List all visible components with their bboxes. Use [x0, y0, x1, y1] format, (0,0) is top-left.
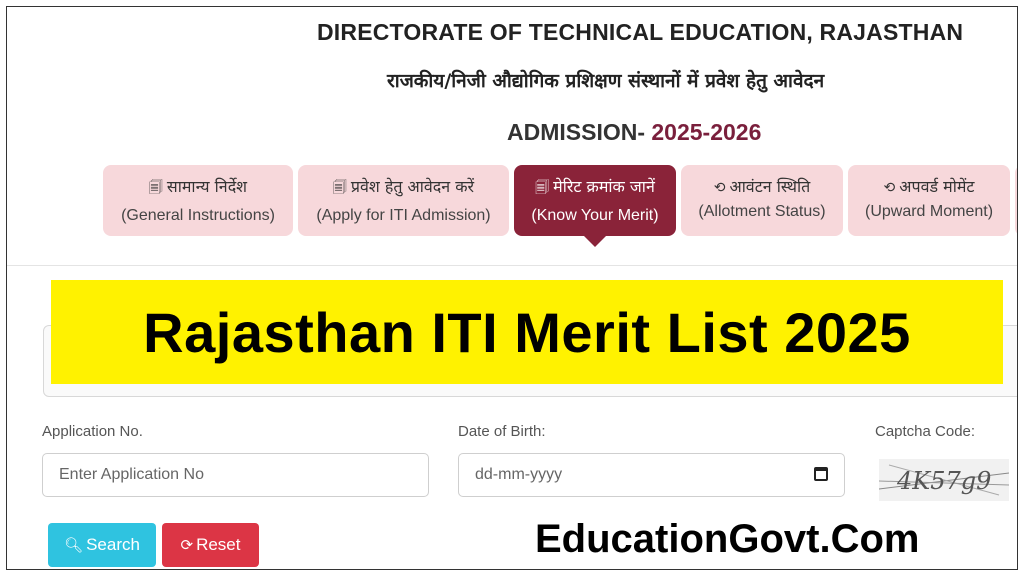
- admission-heading: ADMISSION- 2025-2026: [507, 119, 761, 146]
- tab-apply-admission[interactable]: 🗐 प्रवेश हेतु आवेदन करें (Apply for ITI A…: [298, 165, 509, 236]
- dob-input[interactable]: dd-mm-yyyy: [458, 453, 845, 497]
- tab-hindi-label: अपवर्ड मोमेंट: [899, 177, 975, 196]
- captcha-image: 4K57g9: [879, 459, 1009, 501]
- captcha-noise: 4K57g9: [879, 464, 1009, 496]
- tab-general-instructions[interactable]: 🗐 सामान्य निर्देश (General Instructions): [103, 165, 293, 236]
- application-label: Application No.: [42, 423, 143, 440]
- search-icon: 🔍︎: [64, 537, 84, 554]
- admission-year: 2025-2026: [651, 119, 762, 145]
- tab-english-label: (Allotment Status): [698, 203, 826, 220]
- tab-more[interactable]: [1015, 165, 1017, 236]
- calendar-icon[interactable]: [814, 467, 828, 481]
- admission-label: ADMISSION-: [507, 119, 645, 145]
- tab-english-label: (Upward Moment): [864, 203, 994, 220]
- sync-icon: ⟲: [883, 180, 896, 196]
- tab-english-label: (Apply for ITI Admission): [316, 207, 491, 224]
- title-banner: Rajasthan ITI Merit List 2025: [51, 280, 1003, 384]
- application-placeholder: Enter Application No: [59, 466, 204, 483]
- document-icon: 🗐: [148, 180, 163, 196]
- refresh-icon: ⟳: [180, 537, 194, 554]
- search-button[interactable]: 🔍︎ Search: [48, 523, 156, 567]
- reset-button[interactable]: ⟳ Reset: [162, 523, 259, 567]
- tab-allotment-status[interactable]: ⟲ आवंटन स्थिति (Allotment Status): [681, 165, 843, 236]
- sync-icon: ⟲: [713, 180, 726, 196]
- site-watermark: EducationGovt.Com: [535, 517, 920, 561]
- application-input[interactable]: Enter Application No: [42, 453, 429, 497]
- tab-english-label: (General Instructions): [121, 207, 275, 224]
- reset-label: Reset: [196, 535, 241, 554]
- active-tab-pointer: [584, 236, 606, 247]
- tab-hindi-label: मेरिट क्रमांक जानें: [553, 177, 655, 196]
- tab-hindi-label: आवंटन स्थिति: [729, 177, 811, 196]
- search-label: Search: [86, 535, 140, 554]
- captcha-label: Captcha Code:: [875, 423, 976, 440]
- tab-hindi-label: सामान्य निर्देश: [166, 177, 248, 196]
- banner-title: Rajasthan ITI Merit List 2025: [143, 300, 911, 364]
- document-icon: 🗐: [535, 180, 550, 196]
- document-icon: 🗐: [332, 180, 347, 196]
- dob-placeholder: dd-mm-yyyy: [475, 466, 563, 483]
- captcha-text: 4K57g9: [896, 467, 991, 495]
- tab-upward-moment[interactable]: ⟲ अपवर्ड मोमेंट (Upward Moment): [848, 165, 1010, 236]
- tab-know-your-merit[interactable]: 🗐 मेरिट क्रमांक जानें (Know Your Merit): [514, 165, 676, 236]
- tab-hindi-label: प्रवेश हेतु आवेदन करें: [350, 177, 475, 196]
- section-divider: [7, 265, 1017, 266]
- tab-english-label: (Know Your Merit): [531, 207, 659, 224]
- dob-label: Date of Birth:: [458, 423, 546, 440]
- page-frame: DIRECTORATE OF TECHNICAL EDUCATION, RAJA…: [6, 6, 1018, 570]
- hindi-subtitle: राजकीय/निजी औद्योगिक प्रशिक्षण संस्थानों…: [387, 70, 825, 92]
- organization-title: DIRECTORATE OF TECHNICAL EDUCATION, RAJA…: [317, 19, 964, 45]
